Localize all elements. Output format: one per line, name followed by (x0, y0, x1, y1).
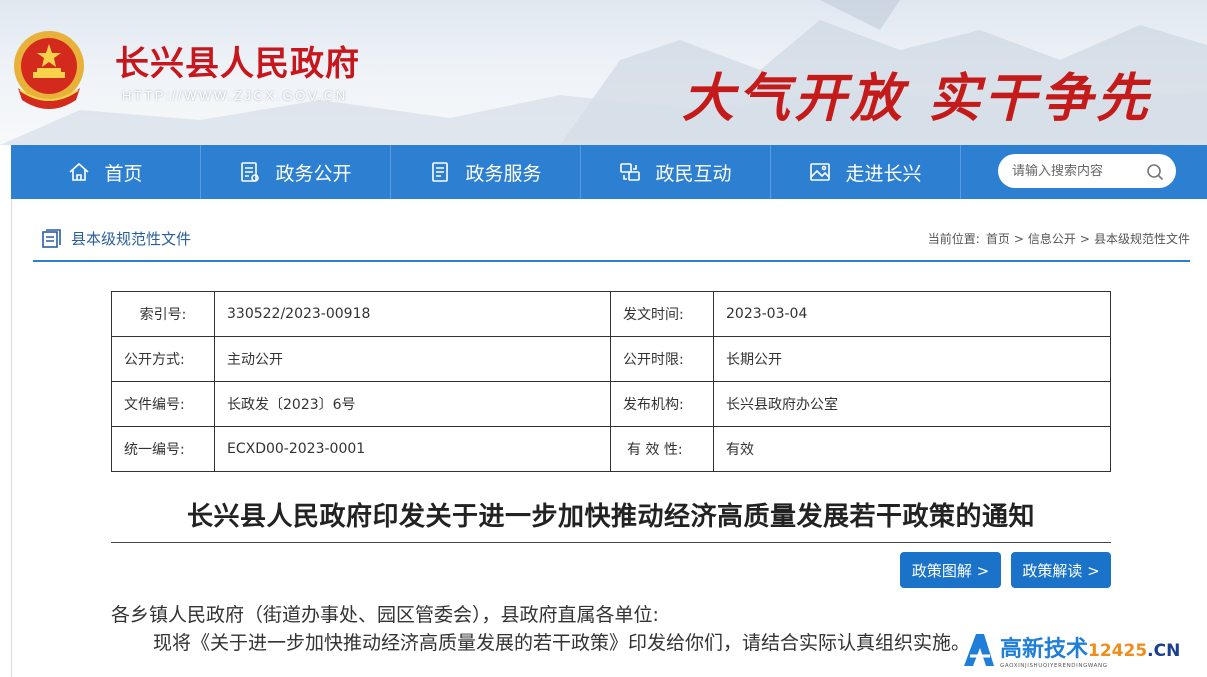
watermark-main: 高新技术 (1000, 637, 1089, 662)
title-divider (111, 542, 1111, 543)
nav-item-interaction[interactable]: 政民互动 (581, 145, 771, 199)
column-title-label: 县本级规范性文件 (71, 230, 192, 248)
column-list-icon (42, 228, 61, 248)
nav-item-label: 首页 (104, 162, 143, 185)
content-left-border (11, 199, 12, 677)
site-header: 长兴县人民政府 HTTP://WWW.ZJCX.GOV.CN 大气开放 实干争先 (0, 0, 1207, 145)
info-value: 主动公开 (214, 336, 611, 382)
watermark-text: 高新技术12425.CN (1000, 631, 1180, 663)
search-input[interactable] (1012, 163, 1137, 179)
document-list-icon (241, 162, 260, 182)
breadcrumb: 当前位置: 首页 > 信息公开 > 县本级规范性文件 (928, 230, 1190, 247)
table-row: 文件编号: 长政发〔2023〕6号 发布机构: 长兴县政府办公室 (111, 381, 1111, 427)
breadcrumb-separator: > (1079, 231, 1090, 246)
image-icon (810, 163, 831, 181)
search-box (998, 154, 1176, 188)
info-value: 330522/2023-00918 (214, 291, 611, 337)
nav-item-label: 政务公开 (275, 162, 352, 185)
home-icon (69, 162, 90, 181)
breadcrumb-separator: > (1013, 231, 1024, 246)
policy-graphic-button[interactable]: 政策图解 > (900, 552, 1001, 588)
info-value: 长政发〔2023〕6号 (214, 381, 611, 427)
nav-item-home[interactable]: 首页 (11, 145, 201, 199)
breadcrumb-home[interactable]: 首页 (986, 230, 1010, 247)
national-emblem-icon (14, 31, 84, 109)
info-value: ECXD00-2023-0001 (214, 426, 611, 472)
info-label: 统一编号: (111, 426, 215, 472)
info-label: 索引号: (111, 291, 215, 337)
info-value: 有效 (713, 426, 1111, 472)
slogan: 大气开放 实干争先 (682, 68, 1153, 129)
site-title[interactable]: 长兴县人民政府 (115, 36, 360, 85)
document-salutation: 各乡镇人民政府（街道办事处、园区管委会），县政府直属各单位: (111, 604, 659, 626)
table-row: 公开方式: 主动公开 公开时限: 长期公开 (111, 336, 1111, 382)
info-label: 发文时间: (610, 291, 714, 337)
watermark-domain: .CN (1147, 641, 1181, 661)
policy-interpret-button[interactable]: 政策解读 > (1011, 552, 1111, 588)
breadcrumb-info-open[interactable]: 信息公开 (1028, 230, 1076, 247)
nav-item-about[interactable]: 走进长兴 (771, 145, 961, 199)
nav-item-label: 政民互动 (655, 162, 732, 185)
site-url: HTTP://WWW.ZJCX.GOV.CN (122, 88, 348, 103)
info-label: 有 效 性: (610, 426, 714, 472)
watermark-number: 12425 (1088, 641, 1148, 661)
column-header: 县本级规范性文件 当前位置: 首页 > 信息公开 > 县本级规范性文件 (33, 220, 1190, 262)
site-watermark: 高新技术12425.CN GAOXINJISHUQIYERENDINGWANG (960, 628, 1207, 677)
breadcrumb-prefix: 当前位置: (927, 232, 980, 246)
table-row: 统一编号: ECXD00-2023-0001 有 效 性: 有效 (111, 426, 1111, 472)
document-info-table: 索引号: 330522/2023-00918 发文时间: 2023-03-04 … (111, 291, 1111, 472)
interaction-icon (620, 163, 641, 181)
main-nav: 首页 政务公开 政务服务 政民互动 走进长兴 (11, 145, 1207, 199)
search-icon[interactable] (1146, 163, 1164, 181)
nav-item-gov-info[interactable]: 政务公开 (201, 145, 391, 199)
info-label: 发布机构: (610, 381, 714, 427)
document-body-paragraph: 现将《关于进一步加快推动经济高质量发展的若干政策》印发给你们，请结合实际认真组织… (153, 632, 971, 654)
info-label: 文件编号: (111, 381, 215, 427)
watermark-logo-icon (964, 634, 994, 666)
info-label: 公开时限: (610, 336, 714, 382)
info-label: 公开方式: (111, 336, 215, 382)
watermark-subtitle: GAOXINJISHUQIYERENDINGWANG (1000, 663, 1108, 669)
nav-item-gov-service[interactable]: 政务服务 (391, 145, 581, 199)
info-value: 长期公开 (713, 336, 1111, 382)
info-value: 长兴县政府办公室 (713, 381, 1111, 427)
nav-item-label: 政务服务 (465, 162, 542, 185)
table-row: 索引号: 330522/2023-00918 发文时间: 2023-03-04 (111, 291, 1111, 337)
info-value: 2023-03-04 (713, 291, 1111, 337)
breadcrumb-current[interactable]: 县本级规范性文件 (1094, 230, 1190, 247)
column-title: 县本级规范性文件 (41, 228, 191, 249)
form-icon (432, 162, 449, 182)
nav-item-label: 走进长兴 (845, 162, 922, 185)
document-title: 长兴县人民政府印发关于进一步加快推动经济高质量发展若干政策的通知 (186, 502, 1035, 532)
